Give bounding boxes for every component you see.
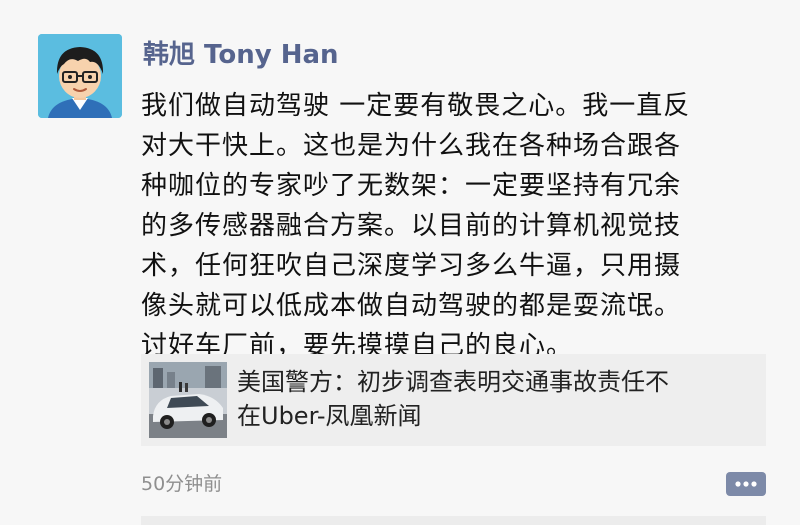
post-text: 我们做自动驾驶 一定要有敬畏之心。我一直反 对大干快上。这也是为什么我在各种场合… xyxy=(141,86,766,366)
link-title-line: 在Uber-凤凰新闻 xyxy=(237,402,422,430)
post-text-line: 的多传感器融合方案。以目前的计算机视觉技 xyxy=(141,211,682,241)
moments-post: 韩旭 Tony Han 我们做自动驾驶 一定要有敬畏之心。我一直反 对大干快上。… xyxy=(0,0,800,525)
avatar[interactable] xyxy=(38,34,122,118)
author-name[interactable]: 韩旭 Tony Han xyxy=(143,38,339,72)
cartoon-avatar-icon xyxy=(38,34,122,118)
link-title: 美国警方：初步调查表明交通事故责任不 在Uber-凤凰新闻 xyxy=(237,365,757,433)
post-timestamp: 50分钟前 xyxy=(141,473,223,495)
post-text-line: 种咖位的专家吵了无数架：一定要坚持有冗余 xyxy=(141,171,682,201)
post-text-line: 术，任何狂吹自己深度学习多么牛逼，只用摄 xyxy=(141,251,682,281)
comment-icon xyxy=(726,472,766,496)
comment-button[interactable] xyxy=(724,469,768,499)
shared-link-card[interactable]: 美国警方：初步调查表明交通事故责任不 在Uber-凤凰新闻 xyxy=(141,354,766,446)
post-text-line: 对大干快上。这也是为什么我在各种场合跟各 xyxy=(141,131,682,161)
news-photo-car-thumbnail-icon xyxy=(149,362,227,438)
link-thumbnail xyxy=(149,362,227,438)
post-text-line: 像头就可以低成本做自动驾驶的都是耍流氓。 xyxy=(141,291,682,321)
post-text-line: 我们做自动驾驶 一定要有敬畏之心。我一直反 xyxy=(141,91,691,121)
link-title-line: 美国警方：初步调查表明交通事故责任不 xyxy=(237,368,669,396)
comments-area xyxy=(141,516,766,525)
